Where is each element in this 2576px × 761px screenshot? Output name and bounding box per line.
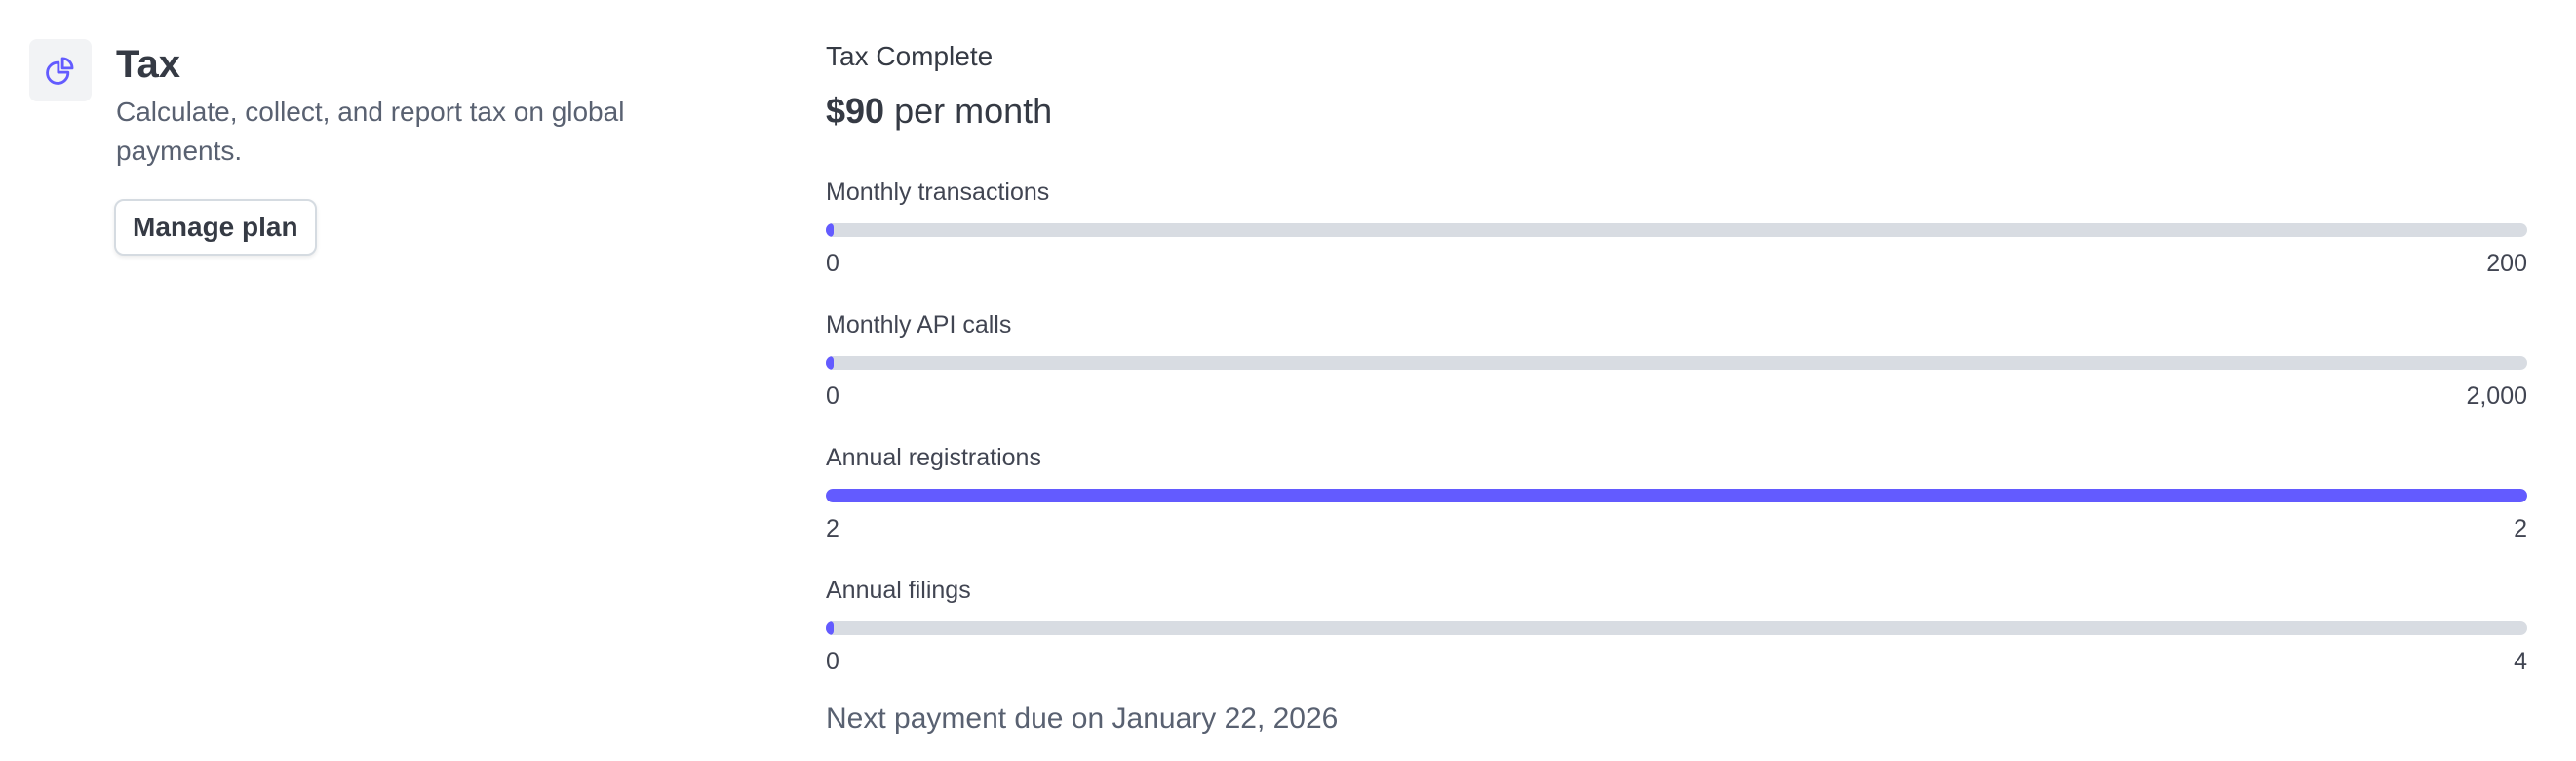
meter-min: 0: [826, 648, 839, 675]
meter-min: 2: [826, 515, 839, 542]
product-description: Calculate, collect, and report tax on gl…: [116, 97, 625, 166]
meter-label: Monthly transactions: [826, 179, 1050, 206]
meter-scale: 0 4: [826, 645, 2527, 678]
meter-max: 2,000: [2466, 382, 2527, 410]
meter-label: Annual filings: [826, 577, 971, 604]
plan-name: Tax Complete: [826, 41, 994, 71]
plan-price-period: per month: [894, 91, 1053, 131]
product-icon-tile: [29, 39, 92, 101]
meter-fill: [826, 489, 2527, 502]
meter-scale: 0 2,000: [826, 380, 2527, 413]
usage-meter-annual-filings: Annual filings 0 4: [826, 574, 2527, 678]
manage-plan-button[interactable]: Manage plan: [114, 199, 317, 256]
meter-max: 4: [2514, 648, 2527, 675]
meter-label: Annual registrations: [826, 444, 1041, 471]
plan-price: $90 per month: [826, 88, 1052, 135]
product-title: Tax: [116, 43, 180, 86]
meter-fill: [826, 223, 834, 237]
meter-min: 0: [826, 250, 839, 277]
meter-track: [826, 356, 2527, 370]
tax-pie-icon: [46, 57, 74, 85]
usage-meter-monthly-api-calls: Monthly API calls 0 2,000: [826, 308, 2527, 413]
meter-min: 0: [826, 382, 839, 410]
meter-track: [826, 621, 2527, 635]
meter-scale: 0 200: [826, 247, 2527, 280]
meter-track: [826, 489, 2527, 502]
meter-label: Monthly API calls: [826, 311, 1012, 339]
meter-max: 2: [2514, 515, 2527, 542]
meter-fill: [826, 356, 834, 370]
usage-meter-monthly-transactions: Monthly transactions 0 200: [826, 176, 2527, 280]
plan-price-amount: $90: [826, 91, 885, 131]
next-payment-date: Next payment due on January 22, 2026: [826, 702, 1339, 735]
meter-fill: [826, 621, 834, 635]
meter-max: 200: [2486, 250, 2527, 277]
meter-scale: 2 2: [826, 512, 2527, 545]
usage-meter-annual-registrations: Annual registrations 2 2: [826, 441, 2527, 545]
meter-track: [826, 223, 2527, 237]
